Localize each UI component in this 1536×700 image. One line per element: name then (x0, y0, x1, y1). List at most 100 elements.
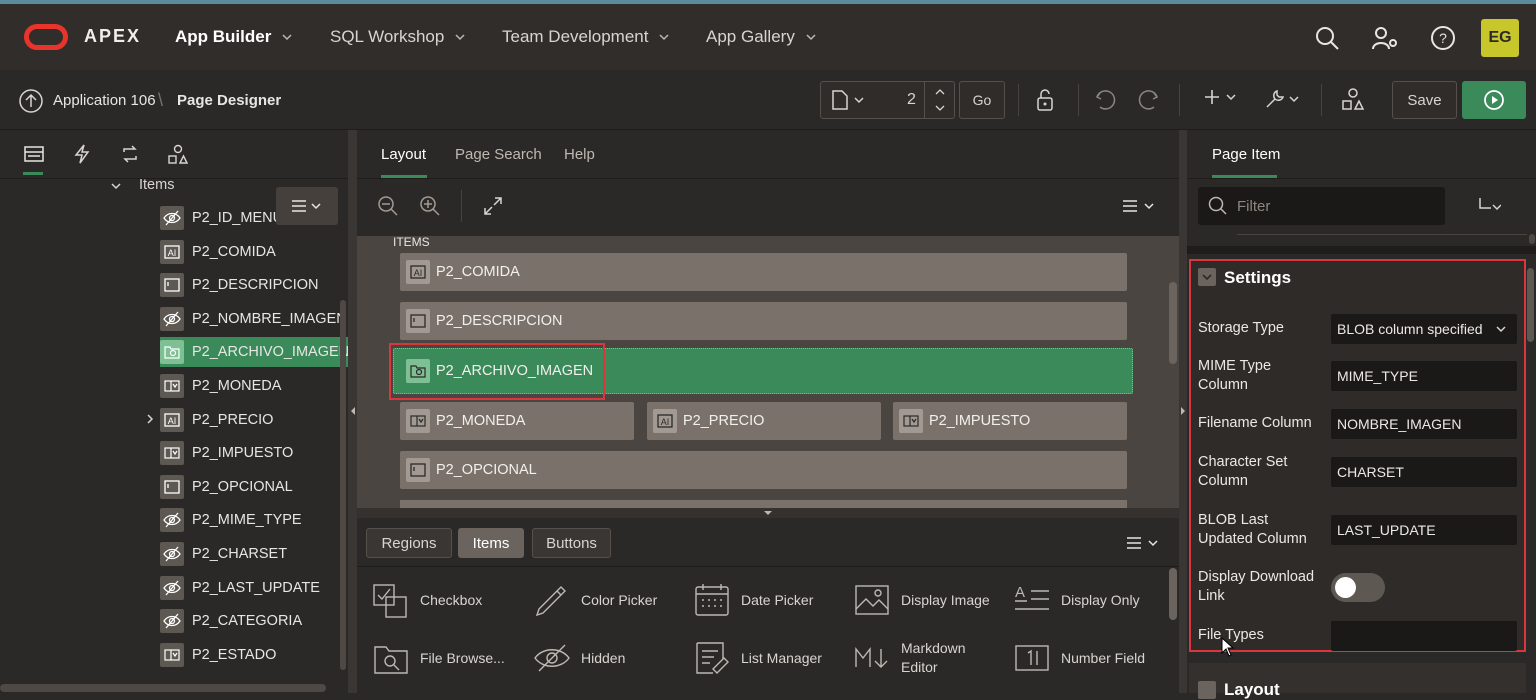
chevron-down-icon[interactable] (935, 104, 945, 112)
go-button[interactable]: Go (959, 81, 1005, 119)
file-types-field[interactable] (1331, 621, 1517, 651)
collapse-right-icon[interactable] (1180, 406, 1186, 416)
chevron-right-icon[interactable] (144, 413, 156, 425)
left-splitter[interactable] (348, 130, 357, 693)
shared-components-icon[interactable] (168, 144, 188, 164)
gallery-date-picker[interactable]: Date Picker (693, 571, 813, 629)
run-page-button[interactable] (1462, 81, 1526, 119)
gallery-file-browse[interactable]: File Browse... (372, 629, 505, 687)
gallery-scrollbar[interactable] (1169, 568, 1177, 620)
redo-icon[interactable] (1136, 88, 1160, 112)
tree-item[interactable]: P2_CATEGORIA (160, 606, 350, 636)
right-splitter[interactable] (1179, 130, 1187, 693)
tree-item[interactable]: P2_CHARSET (160, 539, 350, 569)
breadcrumb-application[interactable]: Application 106 (53, 92, 156, 109)
tab-page-item[interactable]: Page Item (1212, 146, 1280, 163)
tab-layout[interactable]: Layout (381, 130, 426, 178)
rendering-tab-icon[interactable] (24, 144, 44, 164)
collapse-left-icon[interactable] (350, 406, 356, 416)
tree-item[interactable]: P2_DESCRIPCION (160, 270, 350, 300)
search-icon[interactable] (1314, 25, 1340, 51)
tree-item[interactable]: P2_ARCHIVO_IMAGEN (160, 337, 350, 368)
tree-horizontal-scrollbar[interactable] (0, 684, 326, 692)
display-download-link-toggle[interactable] (1331, 573, 1385, 602)
create-menu-button[interactable] (1203, 88, 1237, 106)
gallery-markdown-editor[interactable]: Markdown Editor (853, 629, 971, 687)
gallery-color-picker[interactable]: Color Picker (533, 571, 657, 629)
user-settings-icon[interactable] (1371, 25, 1399, 51)
gallery-tab-items[interactable]: Items (458, 528, 524, 558)
tree-item[interactable]: P2_LAST_UPDATE (160, 573, 350, 603)
tree-scrollbar[interactable] (340, 300, 346, 670)
layout-item-comida[interactable]: AI P2_COMIDA (400, 253, 1127, 291)
gallery-list-manager[interactable]: List Manager (693, 629, 822, 687)
gallery-menu-icon[interactable] (1125, 536, 1161, 550)
blob-last-updated-field[interactable]: LAST_UPDATE (1331, 515, 1517, 545)
page-selector[interactable]: 2 (820, 81, 955, 119)
tree-item[interactable]: P2_MIME_TYPE (160, 505, 350, 535)
tab-page-search[interactable]: Page Search (455, 130, 542, 178)
collapse-layout-toggle[interactable] (1198, 681, 1216, 699)
layout-item-descripcion[interactable]: P2_DESCRIPCION (400, 302, 1127, 340)
tree-item[interactable]: P2_MONEDA (160, 371, 350, 401)
gallery-display-only[interactable]: A Display Only (1013, 571, 1140, 629)
layout-item-opcional[interactable]: P2_OPCIONAL (400, 451, 1127, 489)
tree-item[interactable]: P2_OPCIONAL (160, 472, 350, 502)
gallery-label: Display Only (1061, 592, 1140, 608)
layout-item-impuesto[interactable]: P2_IMPUESTO (893, 402, 1127, 440)
collapse-settings-toggle[interactable] (1198, 268, 1216, 286)
gallery-tab-buttons[interactable]: Buttons (532, 528, 611, 558)
props-scrollbar[interactable] (1527, 268, 1534, 342)
oracle-logo-icon[interactable] (24, 24, 68, 50)
gallery-tab-regions[interactable]: Regions (366, 528, 452, 558)
nav-app-builder[interactable]: App Builder (175, 4, 293, 70)
undo-icon[interactable] (1094, 88, 1118, 112)
dynamic-actions-icon[interactable] (72, 144, 92, 164)
gallery-checkbox[interactable]: Checkbox (372, 571, 482, 629)
mime-type-column-field[interactable]: MIME_TYPE (1331, 361, 1517, 391)
arrow-up-circle-icon[interactable] (18, 88, 44, 114)
nav-sql-workshop[interactable]: SQL Workshop (330, 4, 466, 70)
expand-icon[interactable] (482, 195, 504, 217)
layout-canvas[interactable]: ITEMS AI P2_COMIDA P2_DESCRIPCION P2_ARC… (357, 235, 1179, 508)
storage-type-select[interactable]: BLOB column specified (1331, 314, 1517, 344)
chevron-down-icon[interactable] (110, 180, 122, 192)
tree-group-items[interactable]: Items (139, 177, 174, 193)
help-icon[interactable]: ? (1430, 25, 1456, 51)
tree-item[interactable]: P2_NOMBRE_IMAGEN (160, 304, 350, 334)
filter-input[interactable]: Filter (1198, 187, 1445, 225)
layout-group-header[interactable]: Layout (1189, 663, 1526, 699)
gallery-display-image[interactable]: Display Image (853, 571, 990, 629)
chevron-up-icon[interactable] (935, 88, 945, 96)
layout-item-moneda[interactable]: P2_MONEDA (400, 402, 634, 440)
unlock-icon[interactable] (1034, 88, 1056, 112)
layout-menu-icon[interactable] (1121, 199, 1157, 213)
filename-column-field[interactable]: NOMBRE_IMAGEN (1331, 409, 1517, 439)
tree-item[interactable]: P2_IMPUESTO (160, 438, 350, 468)
gallery-number-field[interactable]: Number Field (1013, 629, 1145, 687)
page-stepper[interactable] (924, 82, 955, 118)
shared-components-icon[interactable] (1341, 87, 1365, 111)
charset-column-field[interactable]: CHARSET (1331, 457, 1517, 487)
brand-label[interactable]: APEX (84, 26, 141, 47)
go-to-group-icon[interactable] (1477, 196, 1501, 216)
utilities-menu-button[interactable] (1264, 88, 1300, 110)
avatar[interactable]: EG (1481, 19, 1519, 57)
nav-team-development[interactable]: Team Development (502, 4, 670, 70)
tree-menu-button[interactable] (276, 187, 338, 225)
tab-help[interactable]: Help (564, 130, 595, 178)
tree-item[interactable]: P2_ESTADO (160, 640, 350, 670)
tree-item[interactable]: AI P2_COMIDA (160, 237, 350, 267)
layout-item-precio[interactable]: AI P2_PRECIO (647, 402, 881, 440)
zoom-in-icon[interactable] (419, 195, 441, 217)
gallery-splitter[interactable] (357, 508, 1179, 518)
nav-app-gallery[interactable]: App Gallery (706, 4, 817, 70)
tree-item[interactable]: AI P2_PRECIO (160, 405, 350, 435)
save-button[interactable]: Save (1392, 81, 1457, 119)
zoom-out-icon[interactable] (377, 195, 399, 217)
processing-icon[interactable] (120, 144, 140, 164)
canvas-scrollbar[interactable] (1169, 282, 1177, 364)
page-number-input[interactable]: 2 (907, 91, 916, 109)
gallery-label: Date Picker (741, 592, 814, 608)
gallery-hidden[interactable]: Hidden (533, 629, 625, 687)
